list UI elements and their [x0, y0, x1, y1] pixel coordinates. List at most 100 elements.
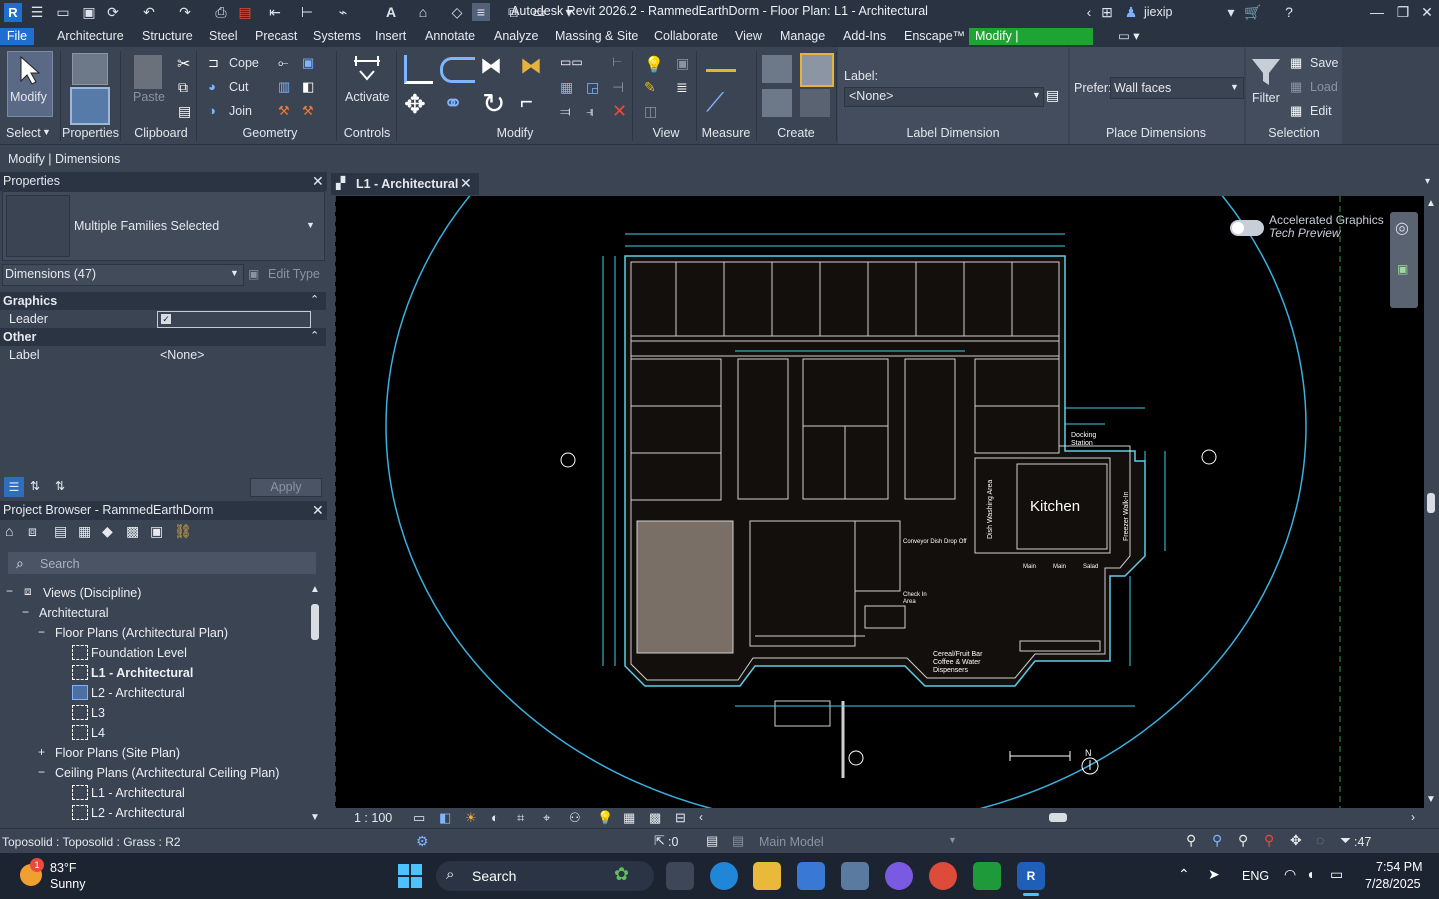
collapse-graphics-icon[interactable]: ⌃: [310, 293, 319, 306]
edge-icon[interactable]: [710, 862, 738, 890]
restore-icon[interactable]: ❐: [1394, 3, 1412, 21]
tab-modify-dimensions[interactable]: Modify | Dimensions: [969, 28, 1093, 60]
close-icon[interactable]: ✕: [1418, 3, 1436, 21]
leader-field[interactable]: [157, 311, 311, 328]
tab-architecture[interactable]: Architecture: [51, 28, 130, 45]
tree-item-l2[interactable]: L2 - Architectural: [91, 686, 185, 700]
filter-button[interactable]: Filter: [1252, 91, 1280, 105]
remove-paint-icon[interactable]: ◧: [302, 79, 314, 95]
shadows-icon[interactable]: ◐: [491, 810, 499, 825]
language-indicator[interactable]: ENG: [1242, 869, 1269, 883]
browser-families-icon[interactable]: ◆: [102, 523, 113, 540]
filter-status-icon[interactable]: ⏷: [1340, 832, 1351, 849]
drawing-canvas[interactable]: Kitchen Docking Station Dish Washing Are…: [335, 196, 1424, 808]
match-properties-icon[interactable]: ▤: [178, 103, 191, 120]
edit-type-button[interactable]: Edit Type: [268, 267, 320, 281]
task-view-icon[interactable]: [666, 862, 694, 890]
filter-funnel-icon[interactable]: [1250, 55, 1282, 89]
offset-icon[interactable]: [440, 57, 475, 83]
sun-path-icon[interactable]: ☀: [465, 810, 477, 826]
load-selection-button[interactable]: Load: [1310, 80, 1338, 94]
user-name[interactable]: jiexip: [1144, 5, 1173, 19]
scale-icon[interactable]: ◲: [586, 79, 599, 96]
cut-geometry-icon[interactable]: ◕: [208, 79, 216, 94]
user-dropdown-icon[interactable]: ▾: [1222, 3, 1240, 21]
tree-collapse-arch-icon[interactable]: −: [22, 605, 29, 619]
create-parts-icon[interactable]: [800, 53, 834, 87]
trim-icon[interactable]: ⌐: [520, 89, 533, 115]
array-icon[interactable]: ▦: [560, 79, 573, 96]
collapse-other-icon[interactable]: ⌃: [310, 329, 319, 342]
edit-selection-icon[interactable]: ▦: [1290, 103, 1302, 119]
cut-scissors-icon[interactable]: ✂: [177, 54, 190, 74]
selection-count-icon[interactable]: ⇱: [654, 833, 665, 849]
sort-desc-icon[interactable]: ⇅: [55, 479, 65, 493]
minimize-icon[interactable]: —: [1368, 3, 1386, 21]
sort-asc-icon[interactable]: ⇅: [30, 479, 40, 493]
hammer-icon[interactable]: ⚒: [302, 103, 314, 119]
hide-in-view-icon[interactable]: 💡: [644, 55, 664, 75]
tab-annotate[interactable]: Annotate: [419, 28, 481, 45]
tree-item-foundation[interactable]: Foundation Level: [91, 646, 187, 660]
tab-steel[interactable]: Steel: [203, 28, 244, 45]
zoom-icon[interactable]: ▣: [1397, 262, 1408, 276]
browser-scroll-thumb[interactable]: [311, 604, 319, 640]
edit-type-icon[interactable]: ▣: [248, 267, 259, 281]
measure-tape-icon[interactable]: [706, 59, 736, 72]
excel-icon[interactable]: [973, 862, 1001, 890]
cart-icon[interactable]: 🛒: [1244, 3, 1262, 21]
wireframe-icon[interactable]: ◫: [644, 103, 657, 120]
store-icon[interactable]: [797, 862, 825, 890]
copy-icon[interactable]: ⧉: [178, 79, 188, 96]
tree-item-site-plan[interactable]: Floor Plans (Site Plan): [55, 746, 180, 760]
browser-revit-links-icon[interactable]: ⛓: [174, 523, 192, 540]
drag-elements-icon[interactable]: ✥: [1290, 832, 1302, 849]
reveal-hidden-icon[interactable]: ▦: [623, 810, 635, 826]
user-icon[interactable]: ♟: [1122, 3, 1140, 21]
select-chevron-icon[interactable]: ▼: [42, 127, 51, 137]
tab-add-ins[interactable]: Add-Ins: [837, 28, 892, 45]
copy-element-icon[interactable]: ⚭: [443, 89, 463, 118]
type-properties-icon[interactable]: [72, 53, 108, 85]
tree-collapse-floorplans-icon[interactable]: −: [38, 625, 45, 639]
wifi-icon[interactable]: ◠: [1284, 866, 1296, 883]
weather-temp[interactable]: 83°F: [50, 861, 77, 875]
active-model[interactable]: Main Model: [759, 835, 824, 849]
help-icon[interactable]: ?: [1280, 3, 1298, 21]
apply-button[interactable]: Apply: [250, 478, 322, 497]
tree-item-ceiling-plans[interactable]: Ceiling Plans (Architectural Ceiling Pla…: [55, 766, 279, 780]
model-chevron-icon[interactable]: ▼: [948, 835, 957, 845]
tab-massing-site[interactable]: Massing & Site: [549, 28, 644, 45]
tab-systems[interactable]: Systems: [307, 28, 367, 45]
workset-icon[interactable]: ⚙: [416, 833, 429, 850]
browser-search-placeholder[interactable]: Search: [40, 557, 80, 571]
temp-props-icon[interactable]: ▩: [649, 810, 661, 826]
start-windows-icon[interactable]: [398, 864, 422, 888]
create-similar-icon[interactable]: [800, 89, 830, 117]
revit-taskbar-icon[interactable]: R: [1017, 862, 1045, 890]
linework-icon[interactable]: ✎: [644, 79, 656, 96]
mirror-draw-icon[interactable]: ⧓: [520, 53, 542, 79]
background-process-icon[interactable]: ◌: [1316, 832, 1324, 848]
hide-isolate-icon[interactable]: 💡: [597, 810, 613, 826]
browser-sheets-icon[interactable]: ▦: [78, 523, 91, 540]
tree-item-l1-active[interactable]: L1 - Architectural: [91, 666, 193, 680]
create-assembly-icon[interactable]: [762, 55, 792, 83]
tree-item-floor-plans[interactable]: Floor Plans (Architectural Plan): [55, 626, 228, 640]
unpin-icon[interactable]: ⊢: [612, 55, 622, 69]
copilot-icon[interactable]: [885, 862, 913, 890]
join-icon[interactable]: ◑: [208, 103, 216, 118]
split-gap-icon[interactable]: ⫤: [560, 103, 571, 120]
hscroll-left-icon[interactable]: ‹: [699, 810, 703, 824]
view-scale[interactable]: 1 : 100: [354, 811, 392, 825]
tree-collapse-views-icon[interactable]: −: [6, 584, 13, 598]
tree-collapse-ceiling-icon[interactable]: −: [38, 765, 45, 779]
hscroll-right-icon[interactable]: ›: [1411, 810, 1415, 824]
tab-view[interactable]: View: [729, 28, 768, 45]
view-tab-close-icon[interactable]: ✕: [460, 175, 472, 192]
activate-dimensions-icon[interactable]: [352, 53, 382, 81]
move-icon[interactable]: ✥: [404, 89, 426, 120]
ribbon-toggle-icon[interactable]: ▭ ▾: [1112, 28, 1146, 45]
location-icon[interactable]: ➤: [1208, 866, 1220, 883]
join-button[interactable]: Join: [229, 104, 252, 118]
